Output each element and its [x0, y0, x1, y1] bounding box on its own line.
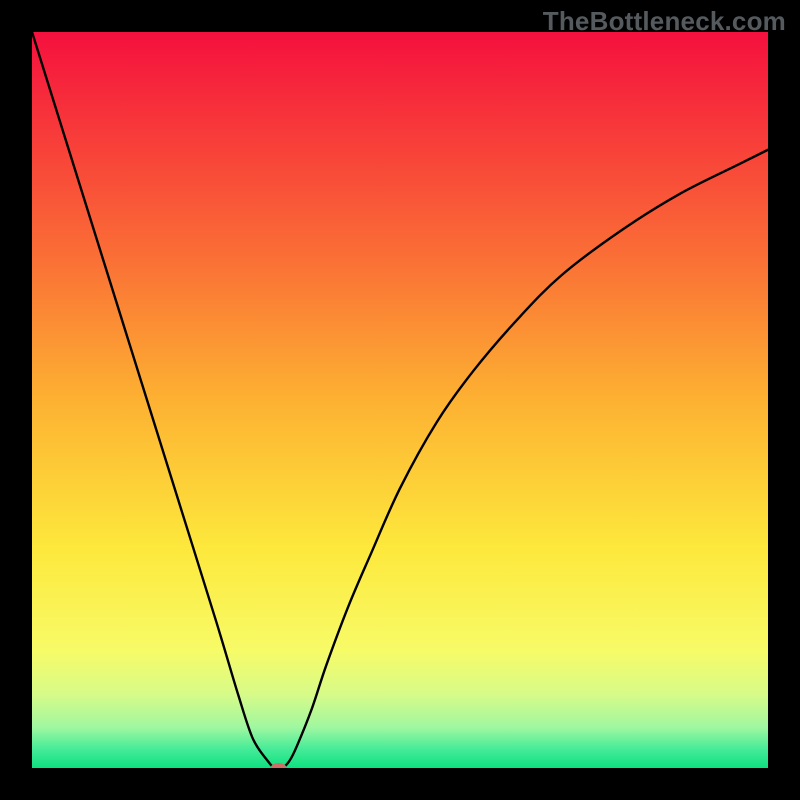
bottleneck-curve: [32, 32, 768, 768]
plot-area: [32, 32, 768, 768]
min-marker-icon: [271, 763, 287, 768]
curve-layer: [32, 32, 768, 768]
chart-outer-frame: TheBottleneck.com: [0, 0, 800, 800]
watermark-text: TheBottleneck.com: [543, 6, 786, 37]
